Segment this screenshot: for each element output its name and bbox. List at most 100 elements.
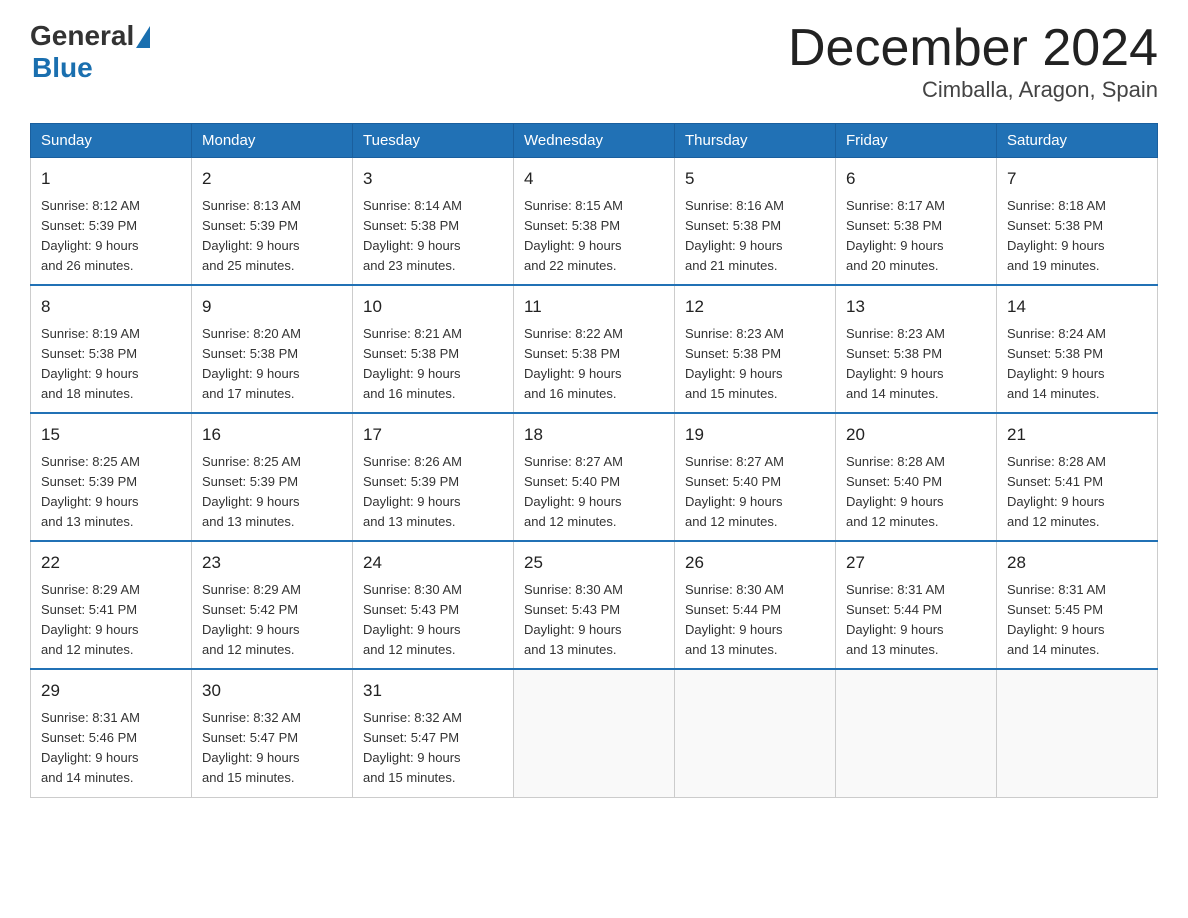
location-title: Cimballa, Aragon, Spain [788, 77, 1158, 103]
calendar-cell: 17 Sunrise: 8:26 AMSunset: 5:39 PMDayligh… [353, 413, 514, 541]
calendar-cell: 2 Sunrise: 8:13 AMSunset: 5:39 PMDaylight… [192, 158, 353, 286]
calendar-cell: 1Sunrise: 8:12 AMSunset: 5:39 PMDaylight… [31, 158, 192, 286]
weekday-header-friday: Friday [836, 124, 997, 158]
weekday-header-tuesday: Tuesday [353, 124, 514, 158]
calendar-cell: 14Sunrise: 8:24 AMSunset: 5:38 PMDayligh… [997, 285, 1158, 413]
calendar-table: SundayMondayTuesdayWednesdayThursdayFrid… [30, 123, 1158, 797]
calendar-cell: 8 Sunrise: 8:19 AMSunset: 5:38 PMDaylight… [31, 285, 192, 413]
day-number: 8 [41, 294, 181, 320]
day-number: 20 [846, 422, 986, 448]
calendar-cell: 24 Sunrise: 8:30 AMSunset: 5:43 PMDayligh… [353, 541, 514, 669]
day-info: Sunrise: 8:22 AMSunset: 5:38 PMDaylight:… [524, 324, 664, 405]
day-info: Sunrise: 8:24 AMSunset: 5:38 PMDaylight:… [1007, 324, 1147, 405]
calendar-cell: 16 Sunrise: 8:25 AMSunset: 5:39 PMDayligh… [192, 413, 353, 541]
day-number: 12 [685, 294, 825, 320]
day-number: 16 [202, 422, 342, 448]
calendar-cell: 20 Sunrise: 8:28 AMSunset: 5:40 PMDayligh… [836, 413, 997, 541]
day-number: 4 [524, 166, 664, 192]
calendar-week-1: 1Sunrise: 8:12 AMSunset: 5:39 PMDaylight… [31, 158, 1158, 286]
day-info: Sunrise: 8:20 AMSunset: 5:38 PMDaylight:… [202, 324, 342, 405]
calendar-cell: 3Sunrise: 8:14 AMSunset: 5:38 PMDaylight… [353, 158, 514, 286]
day-number: 9 [202, 294, 342, 320]
day-number: 18 [524, 422, 664, 448]
day-info: Sunrise: 8:28 AMSunset: 5:41 PMDaylight:… [1007, 452, 1147, 533]
calendar-cell [514, 669, 675, 797]
day-number: 25 [524, 550, 664, 576]
day-info: Sunrise: 8:25 AMSunset: 5:39 PMDaylight:… [202, 452, 342, 533]
weekday-header-sunday: Sunday [31, 124, 192, 158]
calendar-cell: 7 Sunrise: 8:18 AMSunset: 5:38 PMDaylight… [997, 158, 1158, 286]
day-info: Sunrise: 8:16 AMSunset: 5:38 PMDaylight:… [685, 196, 825, 277]
day-number: 28 [1007, 550, 1147, 576]
day-number: 5 [685, 166, 825, 192]
calendar-cell: 25 Sunrise: 8:30 AMSunset: 5:43 PMDayligh… [514, 541, 675, 669]
day-number: 22 [41, 550, 181, 576]
day-info: Sunrise: 8:26 AMSunset: 5:39 PMDaylight:… [363, 452, 503, 533]
calendar-week-5: 29 Sunrise: 8:31 AMSunset: 5:46 PMDayligh… [31, 669, 1158, 797]
calendar-cell: 13 Sunrise: 8:23 AMSunset: 5:38 PMDayligh… [836, 285, 997, 413]
calendar-cell: 10Sunrise: 8:21 AMSunset: 5:38 PMDayligh… [353, 285, 514, 413]
calendar-week-4: 22 Sunrise: 8:29 AMSunset: 5:41 PMDayligh… [31, 541, 1158, 669]
calendar-cell [836, 669, 997, 797]
calendar-cell: 5 Sunrise: 8:16 AMSunset: 5:38 PMDaylight… [675, 158, 836, 286]
day-info: Sunrise: 8:31 AMSunset: 5:46 PMDaylight:… [41, 708, 181, 789]
day-info: Sunrise: 8:32 AMSunset: 5:47 PMDaylight:… [363, 708, 503, 789]
day-info: Sunrise: 8:30 AMSunset: 5:44 PMDaylight:… [685, 580, 825, 661]
day-number: 21 [1007, 422, 1147, 448]
day-info: Sunrise: 8:31 AMSunset: 5:45 PMDaylight:… [1007, 580, 1147, 661]
day-info: Sunrise: 8:14 AMSunset: 5:38 PMDaylight:… [363, 196, 503, 277]
calendar-cell: 12Sunrise: 8:23 AMSunset: 5:38 PMDayligh… [675, 285, 836, 413]
day-info: Sunrise: 8:15 AMSunset: 5:38 PMDaylight:… [524, 196, 664, 277]
calendar-cell: 22 Sunrise: 8:29 AMSunset: 5:41 PMDayligh… [31, 541, 192, 669]
day-number: 19 [685, 422, 825, 448]
calendar-cell: 26Sunrise: 8:30 AMSunset: 5:44 PMDayligh… [675, 541, 836, 669]
day-info: Sunrise: 8:19 AMSunset: 5:38 PMDaylight:… [41, 324, 181, 405]
weekday-header-monday: Monday [192, 124, 353, 158]
day-number: 29 [41, 678, 181, 704]
calendar-cell: 23Sunrise: 8:29 AMSunset: 5:42 PMDayligh… [192, 541, 353, 669]
day-number: 15 [41, 422, 181, 448]
day-info: Sunrise: 8:28 AMSunset: 5:40 PMDaylight:… [846, 452, 986, 533]
calendar-cell: 28 Sunrise: 8:31 AMSunset: 5:45 PMDayligh… [997, 541, 1158, 669]
calendar-cell: 31Sunrise: 8:32 AMSunset: 5:47 PMDayligh… [353, 669, 514, 797]
day-info: Sunrise: 8:23 AMSunset: 5:38 PMDaylight:… [846, 324, 986, 405]
day-info: Sunrise: 8:29 AMSunset: 5:41 PMDaylight:… [41, 580, 181, 661]
calendar-cell: 9 Sunrise: 8:20 AMSunset: 5:38 PMDaylight… [192, 285, 353, 413]
logo-general-text: General [30, 20, 134, 52]
logo-triangle-icon [136, 26, 150, 48]
day-number: 24 [363, 550, 503, 576]
title-block: December 2024 Cimballa, Aragon, Spain [788, 20, 1158, 103]
day-info: Sunrise: 8:18 AMSunset: 5:38 PMDaylight:… [1007, 196, 1147, 277]
day-info: Sunrise: 8:32 AMSunset: 5:47 PMDaylight:… [202, 708, 342, 789]
calendar-cell: 21 Sunrise: 8:28 AMSunset: 5:41 PMDayligh… [997, 413, 1158, 541]
day-number: 13 [846, 294, 986, 320]
weekday-header-saturday: Saturday [997, 124, 1158, 158]
day-number: 17 [363, 422, 503, 448]
calendar-cell: 30 Sunrise: 8:32 AMSunset: 5:47 PMDayligh… [192, 669, 353, 797]
day-number: 30 [202, 678, 342, 704]
day-info: Sunrise: 8:21 AMSunset: 5:38 PMDaylight:… [363, 324, 503, 405]
day-info: Sunrise: 8:30 AMSunset: 5:43 PMDaylight:… [363, 580, 503, 661]
day-info: Sunrise: 8:13 AMSunset: 5:39 PMDaylight:… [202, 196, 342, 277]
day-number: 2 [202, 166, 342, 192]
day-info: Sunrise: 8:31 AMSunset: 5:44 PMDaylight:… [846, 580, 986, 661]
calendar-week-3: 15 Sunrise: 8:25 AMSunset: 5:39 PMDayligh… [31, 413, 1158, 541]
day-info: Sunrise: 8:30 AMSunset: 5:43 PMDaylight:… [524, 580, 664, 661]
logo-blue-text: Blue [32, 52, 93, 84]
day-info: Sunrise: 8:17 AMSunset: 5:38 PMDaylight:… [846, 196, 986, 277]
calendar-cell [675, 669, 836, 797]
month-title: December 2024 [788, 20, 1158, 77]
calendar-cell: 18 Sunrise: 8:27 AMSunset: 5:40 PMDayligh… [514, 413, 675, 541]
day-info: Sunrise: 8:27 AMSunset: 5:40 PMDaylight:… [524, 452, 664, 533]
calendar-cell: 6Sunrise: 8:17 AMSunset: 5:38 PMDaylight… [836, 158, 997, 286]
calendar-cell: 4 Sunrise: 8:15 AMSunset: 5:38 PMDaylight… [514, 158, 675, 286]
day-number: 7 [1007, 166, 1147, 192]
day-info: Sunrise: 8:27 AMSunset: 5:40 PMDaylight:… [685, 452, 825, 533]
weekday-header-wednesday: Wednesday [514, 124, 675, 158]
calendar-cell: 27 Sunrise: 8:31 AMSunset: 5:44 PMDayligh… [836, 541, 997, 669]
calendar-cell: 15Sunrise: 8:25 AMSunset: 5:39 PMDayligh… [31, 413, 192, 541]
calendar-week-2: 8 Sunrise: 8:19 AMSunset: 5:38 PMDaylight… [31, 285, 1158, 413]
day-number: 27 [846, 550, 986, 576]
day-info: Sunrise: 8:12 AMSunset: 5:39 PMDaylight:… [41, 196, 181, 277]
page-header: General Blue December 2024 Cimballa, Ara… [30, 20, 1158, 103]
